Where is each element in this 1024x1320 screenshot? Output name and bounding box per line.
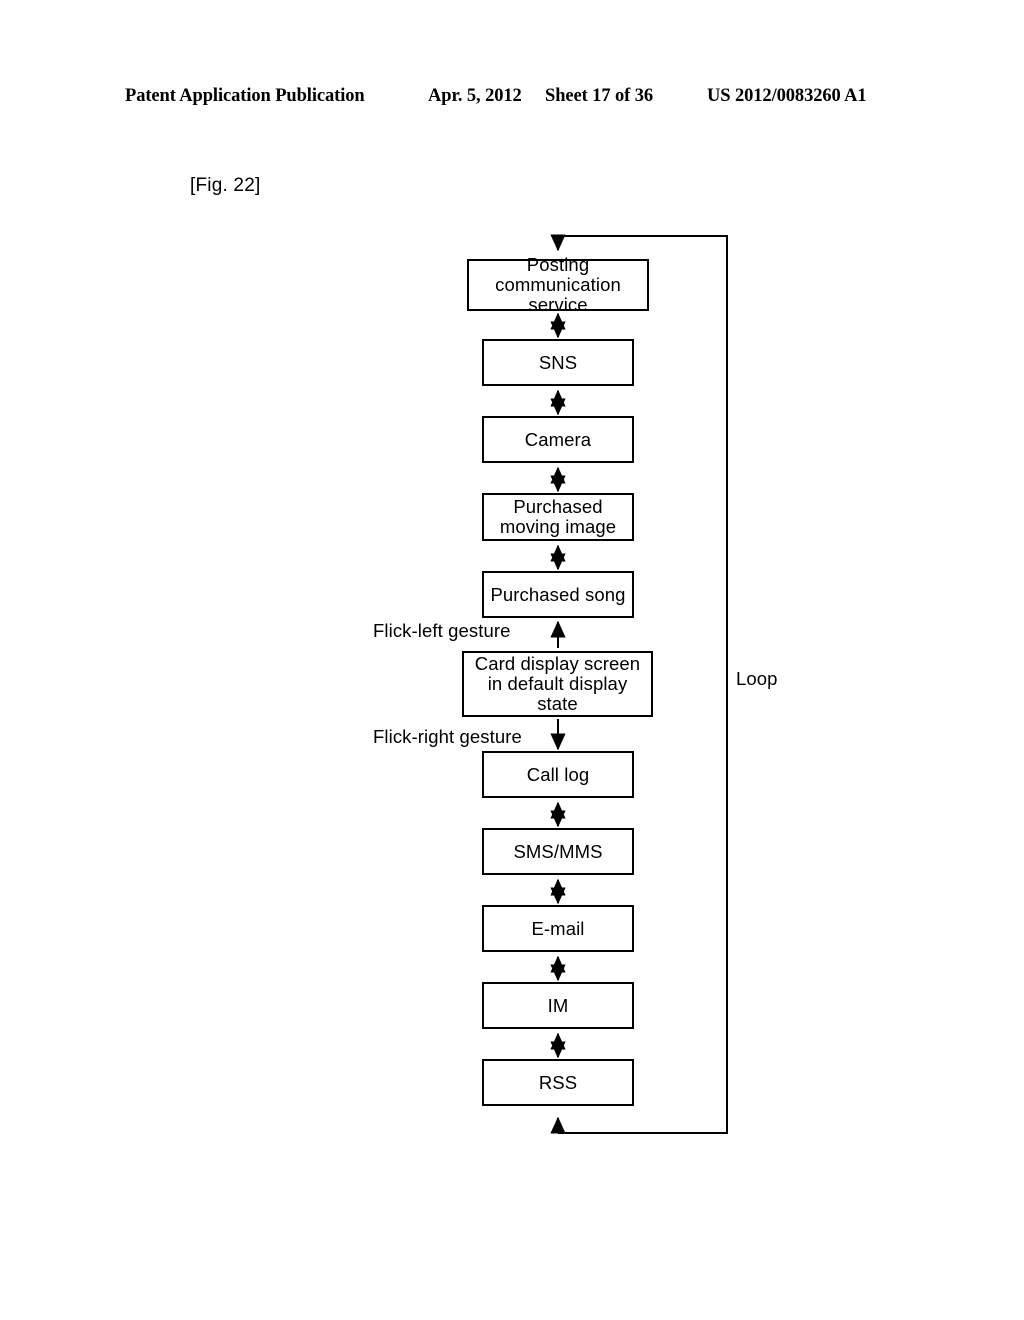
node-camera[interactable]: Camera xyxy=(482,416,634,463)
node-sms-mms[interactable]: SMS/MMS xyxy=(482,828,634,875)
node-label: IM xyxy=(547,994,569,1016)
flowchart-diagram: song (flick-left, single headed, upward)… xyxy=(0,0,1024,1320)
node-label: Purchased song xyxy=(490,583,626,605)
node-label: Card display screen in default display s… xyxy=(474,653,641,714)
node-purchased-song[interactable]: Purchased song xyxy=(482,571,634,618)
node-label: RSS xyxy=(538,1071,578,1093)
annotation-loop: Loop xyxy=(736,668,778,689)
node-email[interactable]: E-mail xyxy=(482,905,634,952)
node-posting-communication-service[interactable]: Posting communication service xyxy=(467,255,649,315)
node-label: Posting communication service xyxy=(495,254,621,315)
annotation-flick-right-gesture: Flick-right gesture xyxy=(373,726,522,747)
node-label: SMS/MMS xyxy=(513,840,603,862)
node-im[interactable]: IM xyxy=(482,982,634,1029)
node-label: Purchased moving image xyxy=(499,496,617,537)
node-call-log[interactable]: Call log xyxy=(482,751,634,798)
node-label: SNS xyxy=(538,351,578,373)
node-card-display-screen-default[interactable]: Card display screen in default display s… xyxy=(462,651,653,717)
node-purchased-moving-image[interactable]: Purchased moving image xyxy=(482,493,634,541)
annotation-flick-left-gesture: Flick-left gesture xyxy=(373,620,511,641)
node-sns[interactable]: SNS xyxy=(482,339,634,386)
node-label: Camera xyxy=(524,428,592,450)
node-label: E-mail xyxy=(531,917,585,939)
node-label: Call log xyxy=(526,763,590,785)
node-rss[interactable]: RSS xyxy=(482,1059,634,1106)
